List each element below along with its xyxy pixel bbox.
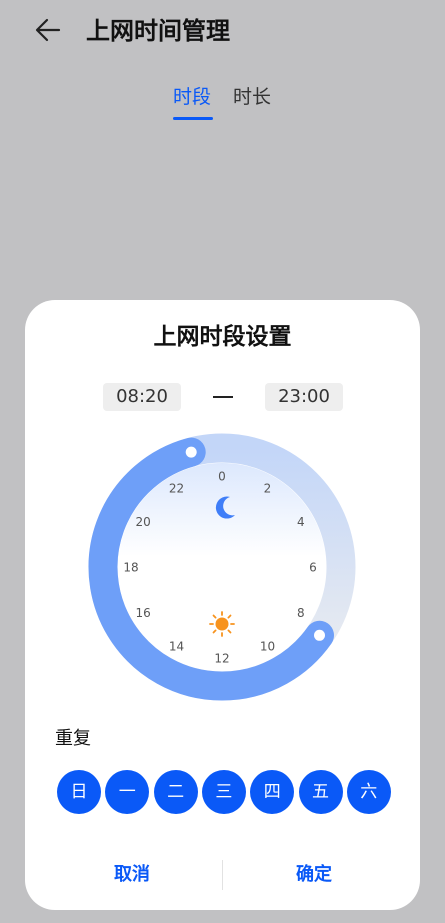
hour-label: 12 — [214, 652, 229, 666]
hour-label: 4 — [297, 515, 305, 529]
clock-face — [118, 463, 326, 671]
repeat-label: 重复 — [55, 728, 91, 749]
day-toggle[interactable]: 六 — [346, 770, 391, 814]
hour-label: 16 — [136, 606, 151, 620]
clock-dial[interactable]: 0 2 4 6 8 10 12 14 16 18 20 22 — [25, 300, 420, 720]
confirm-button[interactable]: 确定 — [234, 860, 394, 890]
hour-label: 18 — [123, 561, 138, 575]
hour-label: 8 — [297, 606, 305, 620]
tab-duration[interactable]: 时长 — [233, 84, 271, 110]
day-toggle[interactable]: 三 — [201, 770, 246, 814]
dialog-actions: 取消 确定 — [25, 856, 420, 896]
day-toggle[interactable]: 日 — [57, 770, 101, 814]
hour-label: 14 — [169, 639, 184, 653]
time-period-dialog: 上网时段设置 08:20 23:00 0 2 4 6 8 10 12 14 16 18 20 22 — [25, 300, 420, 910]
repeat-days: 日一二三四五六 — [55, 770, 395, 816]
top-bar: 上网时间管理 — [0, 0, 445, 64]
hour-label: 2 — [264, 482, 272, 496]
hour-label: 0 — [218, 470, 226, 484]
sun-icon — [209, 611, 235, 637]
tab-bar: 时段 时长 — [0, 80, 445, 124]
start-time-handle[interactable] — [314, 629, 325, 641]
page-title: 上网时间管理 — [86, 17, 230, 45]
arrow-left-icon — [35, 18, 61, 42]
day-toggle[interactable]: 五 — [298, 770, 343, 814]
back-button[interactable] — [28, 12, 68, 48]
hour-label: 22 — [169, 482, 184, 496]
day-toggle[interactable]: 一 — [105, 770, 150, 814]
hour-label: 6 — [309, 561, 317, 575]
hour-label: 20 — [136, 515, 151, 529]
action-divider — [222, 860, 223, 890]
day-toggle[interactable]: 四 — [250, 770, 295, 814]
tab-period[interactable]: 时段 — [173, 84, 211, 110]
end-time-handle[interactable] — [185, 446, 197, 458]
tab-active-indicator — [173, 117, 213, 120]
cancel-button[interactable]: 取消 — [52, 860, 212, 890]
hour-label: 10 — [260, 639, 275, 653]
day-toggle[interactable]: 二 — [153, 770, 198, 814]
